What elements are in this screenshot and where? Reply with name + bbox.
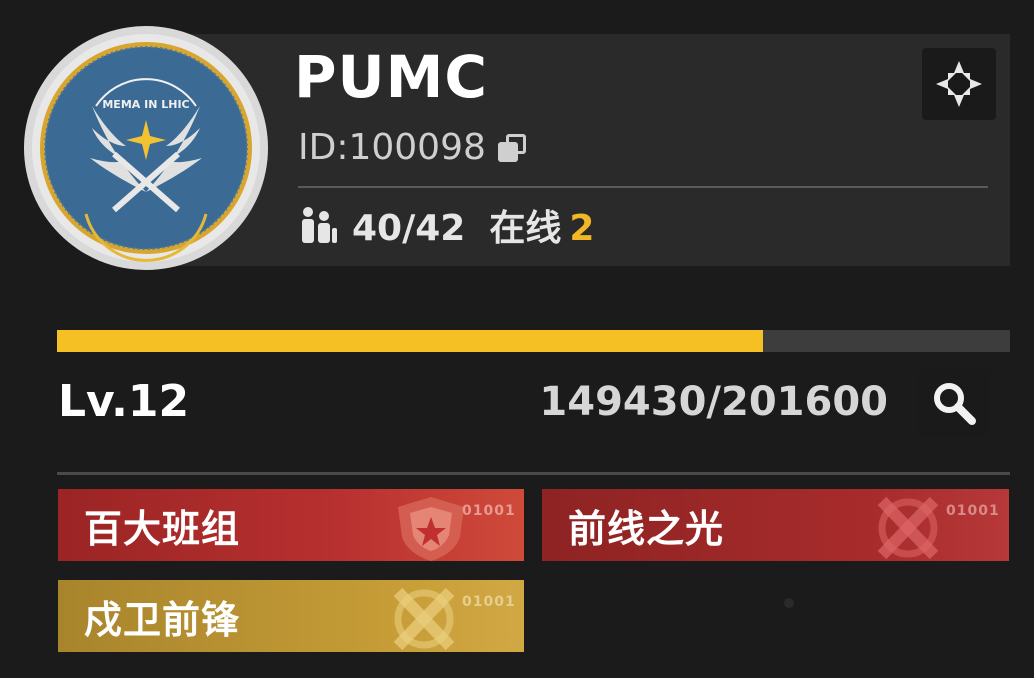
tag-label: 百大班组 [84, 506, 241, 551]
online-count: 2 [569, 207, 595, 249]
tag-label: 戍卫前锋 [84, 597, 241, 642]
section-divider [57, 472, 1010, 475]
clan-name: PUMC [294, 43, 488, 111]
tag-code: 01001 [462, 594, 516, 610]
clan-id-value: 100098 [348, 127, 486, 168]
honor-tag[interactable]: 百大班组 01001 [58, 489, 524, 561]
crossed-swords-icon [877, 496, 939, 560]
members-count: 40/42 [352, 207, 466, 249]
emblem-text: MEMA IN LHIC [102, 98, 189, 111]
background-speck [784, 598, 794, 608]
clan-id-label: ID: [298, 127, 349, 168]
clan-emblem[interactable]: MEMA IN LHIC [22, 24, 270, 272]
xp-text: 149430/201600 [539, 379, 888, 425]
tag-label: 前线之光 [568, 506, 725, 551]
members-info: 40/42 在线 2 [298, 206, 594, 251]
target-crosshair-icon [936, 61, 982, 107]
tag-code: 01001 [462, 503, 516, 519]
members-icon [298, 206, 338, 251]
crossed-swords-icon [393, 587, 455, 651]
clan-level: Lv.12 [58, 376, 190, 427]
search-icon [934, 383, 976, 425]
clan-id: ID:100098 [298, 130, 528, 166]
honor-tag[interactable]: 戍卫前锋 01001 [58, 580, 524, 652]
copy-icon[interactable] [497, 134, 528, 162]
target-crosshair-button[interactable] [922, 48, 996, 120]
tag-code: 01001 [946, 503, 1000, 519]
honor-tag[interactable]: 前线之光 01001 [542, 489, 1009, 561]
search-button[interactable] [918, 370, 990, 436]
xp-progress-fill [57, 330, 764, 352]
xp-progress-bar [57, 330, 1010, 352]
header-divider [298, 186, 988, 188]
online-label: 在线 [489, 207, 562, 249]
